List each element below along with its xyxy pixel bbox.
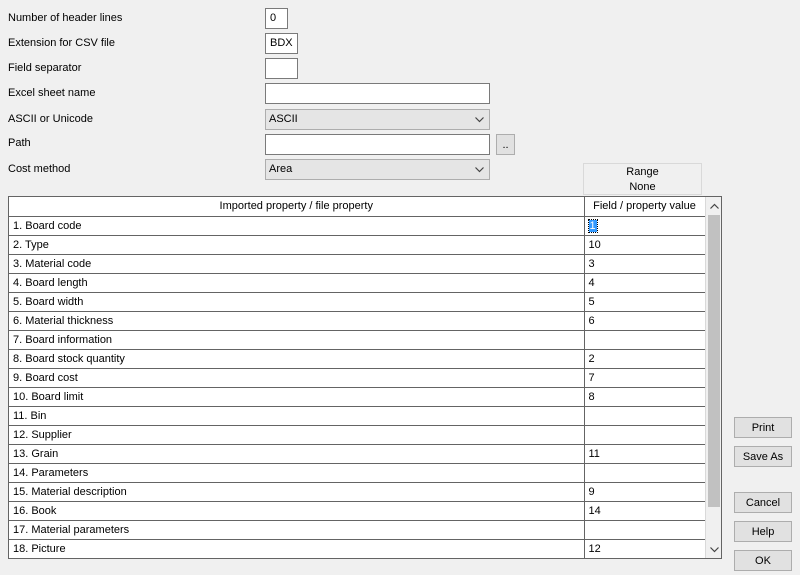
chevron-down-icon[interactable] xyxy=(706,541,721,558)
table-row[interactable]: 2. Type 10 xyxy=(9,235,706,255)
value-cell[interactable]: 5 xyxy=(584,292,706,312)
table-row[interactable]: 9. Board cost 7 xyxy=(9,368,706,388)
table-row[interactable]: 3. Material code 3 xyxy=(9,254,706,274)
value-cell[interactable]: 10 xyxy=(584,235,706,255)
property-cell: 14. Parameters xyxy=(9,463,585,483)
table-row[interactable]: 8. Board stock quantity 2 xyxy=(9,349,706,369)
cost-method-select-value: Area xyxy=(269,163,293,175)
table-row[interactable]: 6. Material thickness 6 xyxy=(9,311,706,331)
field-separator-input[interactable] xyxy=(265,58,298,79)
encoding-select[interactable]: ASCII xyxy=(265,109,490,130)
property-cell: 4. Board length xyxy=(9,273,585,293)
table-row[interactable]: 7. Board information xyxy=(9,330,706,350)
csv-extension-label: Extension for CSV file xyxy=(8,37,115,49)
value-cell[interactable]: 8 xyxy=(584,387,706,407)
table-row[interactable]: 18. Picture 12 xyxy=(9,539,706,558)
property-cell: 6. Material thickness xyxy=(9,311,585,331)
property-cell: 8. Board stock quantity xyxy=(9,349,585,369)
value-cell[interactable] xyxy=(584,330,706,350)
cancel-button[interactable]: Cancel xyxy=(734,492,792,513)
excel-sheet-label: Excel sheet name xyxy=(8,87,96,99)
table-row[interactable]: 16. Book 14 xyxy=(9,501,706,521)
vertical-scrollbar[interactable] xyxy=(705,197,721,558)
value-cell[interactable]: 12 xyxy=(584,539,706,558)
value-cell[interactable] xyxy=(584,463,706,483)
ok-button[interactable]: OK xyxy=(734,550,792,571)
value-cell[interactable]: 1 xyxy=(584,216,706,236)
table-row[interactable]: 15. Material description 9 xyxy=(9,482,706,502)
value-cell[interactable]: 3 xyxy=(584,254,706,274)
scrollbar-thumb[interactable] xyxy=(708,215,720,507)
cost-method-label: Cost method xyxy=(8,163,71,175)
property-cell: 9. Board cost xyxy=(9,368,585,388)
property-cell: 2. Type xyxy=(9,235,585,255)
value-cell[interactable]: 4 xyxy=(584,273,706,293)
table-row[interactable]: 14. Parameters xyxy=(9,463,706,483)
print-button[interactable]: Print xyxy=(734,417,792,438)
help-button[interactable]: Help xyxy=(734,521,792,542)
browse-path-button[interactable]: .. xyxy=(496,134,515,155)
property-table: Imported property / file property Field … xyxy=(9,197,706,558)
chevron-down-icon xyxy=(473,110,485,129)
range-box: Range None xyxy=(583,163,702,195)
property-cell: 17. Material parameters xyxy=(9,520,585,540)
property-cell: 15. Material description xyxy=(9,482,585,502)
property-cell: 7. Board information xyxy=(9,330,585,350)
range-value: None xyxy=(629,181,656,193)
table-row[interactable]: 5. Board width 5 xyxy=(9,292,706,312)
value-cell[interactable]: 14 xyxy=(584,501,706,521)
table-row[interactable]: 17. Material parameters xyxy=(9,520,706,540)
value-cell[interactable]: 7 xyxy=(584,368,706,388)
value-cell[interactable]: 2 xyxy=(584,349,706,369)
encoding-select-value: ASCII xyxy=(269,113,298,125)
property-cell: 18. Picture xyxy=(9,539,585,558)
value-cell[interactable] xyxy=(584,425,706,445)
header-lines-label: Number of header lines xyxy=(8,12,123,24)
encoding-label: ASCII or Unicode xyxy=(8,113,93,125)
path-input[interactable] xyxy=(265,134,490,155)
table-row[interactable]: 4. Board length 4 xyxy=(9,273,706,293)
property-cell: 1. Board code xyxy=(9,216,585,236)
value-cell[interactable]: 9 xyxy=(584,482,706,502)
property-grid[interactable]: Imported property / file property Field … xyxy=(8,196,722,559)
csv-extension-input[interactable]: BDX xyxy=(265,33,298,54)
property-cell: 16. Book xyxy=(9,501,585,521)
value-cell[interactable]: 11 xyxy=(584,444,706,464)
save-as-button[interactable]: Save As xyxy=(734,446,792,467)
property-cell: 12. Supplier xyxy=(9,425,585,445)
property-cell: 13. Grain xyxy=(9,444,585,464)
header-lines-input[interactable]: 0 xyxy=(265,8,288,29)
range-title: Range xyxy=(626,166,659,178)
table-row[interactable]: 10. Board limit 8 xyxy=(9,387,706,407)
property-cell: 3. Material code xyxy=(9,254,585,274)
chevron-down-icon xyxy=(473,160,485,179)
value-cell[interactable] xyxy=(584,406,706,426)
path-label: Path xyxy=(8,137,31,149)
value-cell[interactable]: 6 xyxy=(584,311,706,331)
excel-sheet-input[interactable] xyxy=(265,83,490,104)
property-cell: 5. Board width xyxy=(9,292,585,312)
table-row[interactable]: 12. Supplier xyxy=(9,425,706,445)
field-separator-label: Field separator xyxy=(8,62,82,74)
column-header-value[interactable]: Field / property value xyxy=(584,197,706,217)
table-row[interactable]: 13. Grain 11 xyxy=(9,444,706,464)
property-cell: 11. Bin xyxy=(9,406,585,426)
chevron-up-icon[interactable] xyxy=(706,197,721,214)
property-cell: 10. Board limit xyxy=(9,387,585,407)
table-row[interactable]: 1. Board code 1 xyxy=(9,216,706,236)
cost-method-select[interactable]: Area xyxy=(265,159,490,180)
table-row[interactable]: 11. Bin xyxy=(9,406,706,426)
value-cell[interactable] xyxy=(584,520,706,540)
column-header-property[interactable]: Imported property / file property xyxy=(9,197,585,217)
selected-value[interactable]: 1 xyxy=(587,218,598,233)
